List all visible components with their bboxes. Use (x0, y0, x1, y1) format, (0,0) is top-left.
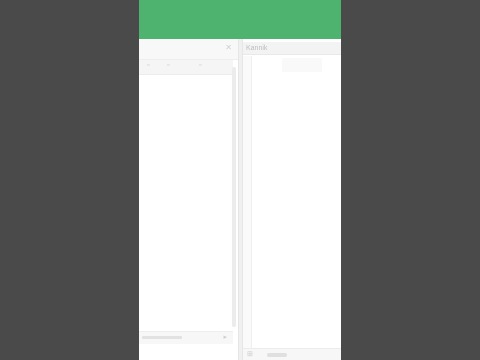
right-line-gutter (243, 56, 252, 348)
close-icon[interactable]: ✕ (225, 43, 232, 52)
right-pane-tab[interactable]: Kannik (243, 42, 341, 55)
toolbar-icon-b[interactable]: ▫ (167, 62, 169, 69)
left-scrollbar[interactable] (232, 67, 236, 327)
chevron-right-icon[interactable]: ▸ (223, 333, 227, 341)
left-toolbar: ▫ ▫ ▫ (139, 60, 233, 75)
right-content-area[interactable] (252, 56, 341, 348)
toolbar-icon-a[interactable]: ▫ (147, 62, 149, 69)
top-banner (139, 0, 341, 39)
right-faint-block (282, 58, 322, 72)
right-footer-indicator (267, 353, 287, 357)
toolbar-icon-c[interactable]: ▫ (199, 62, 201, 69)
right-footer: ⊞ (243, 348, 341, 360)
left-pane-header: ✕ (139, 39, 238, 60)
left-footer: ▸ (139, 331, 233, 344)
left-pane: ✕ ▫ ▫ ▫ ▸ (139, 39, 238, 360)
left-footer-progress (142, 336, 182, 339)
right-pane: Kannik ⊞ (243, 39, 341, 360)
left-content-area (139, 75, 231, 325)
grid-icon[interactable]: ⊞ (247, 350, 253, 358)
mobile-screen: ✕ ▫ ▫ ▫ ▸ Kannik ⊞ (139, 0, 341, 360)
